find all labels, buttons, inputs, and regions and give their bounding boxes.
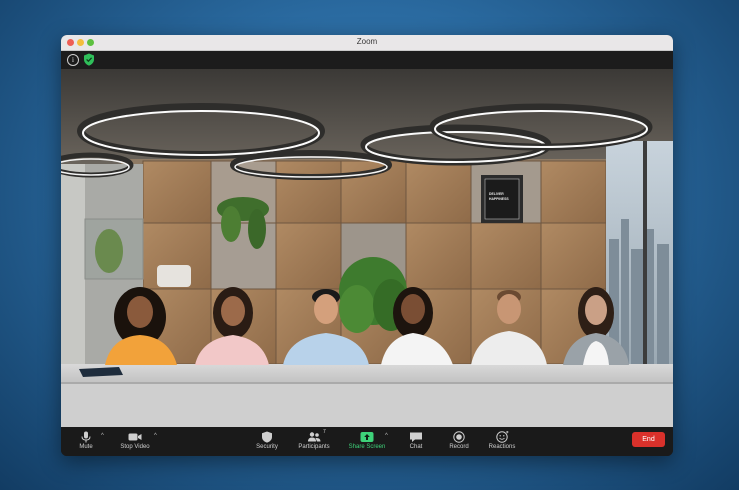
reactions-label: Reactions [488,444,516,450]
mute-label: Mute [79,444,93,450]
security-shield-icon [262,431,272,443]
chat-button[interactable]: Chat [403,427,429,456]
security-label: Security [256,444,278,450]
reactions-button[interactable]: Reactions [483,427,521,456]
stop-video-button[interactable]: Stop Video [113,427,157,456]
video-options-chevron-icon[interactable]: ^ [154,433,157,439]
office-background: DELIVER HAPPINESS [61,69,673,427]
security-button[interactable]: Security [249,427,285,456]
participants-count: 7 [323,429,326,435]
meeting-top-bar: i [61,51,673,69]
microphone-icon [81,431,91,443]
share-options-chevron-icon[interactable]: ^ [385,433,388,439]
window-title: Zoom [356,37,378,46]
participants-icon [308,432,321,442]
participants-label: Participants [298,444,330,450]
end-meeting-button[interactable]: End [632,432,665,447]
record-button[interactable]: Record [445,427,473,456]
share-screen-icon [360,432,374,442]
security-shield-icon[interactable] [83,53,95,66]
info-icon[interactable]: i [67,54,79,66]
share-screen-button[interactable]: Share Screen [343,427,391,456]
wall-sign-line-1: DELIVER [489,192,504,196]
stop-video-label: Stop Video [120,444,150,450]
record-label: Record [449,444,469,450]
smiley-face-icon [496,431,509,443]
zoom-window: Zoom i DELIVER HAPPINESS Mute ^ Stop Vid… [61,35,673,456]
chat-bubble-icon [410,432,422,442]
chat-label: Chat [409,444,423,450]
meeting-toolbar: Mute ^ Stop Video ^ Security Participant… [61,427,673,456]
record-icon [453,431,465,443]
immersive-view-video: DELIVER HAPPINESS [61,69,673,427]
title-bar: Zoom [61,35,673,51]
wall-sign-line-2: HAPPINESS [489,197,509,201]
mute-button[interactable]: Mute [71,427,101,456]
video-camera-icon [128,433,142,441]
participants-button[interactable]: Participants [291,427,337,456]
share-screen-label: Share Screen [348,444,386,450]
audio-options-chevron-icon[interactable]: ^ [101,433,104,439]
